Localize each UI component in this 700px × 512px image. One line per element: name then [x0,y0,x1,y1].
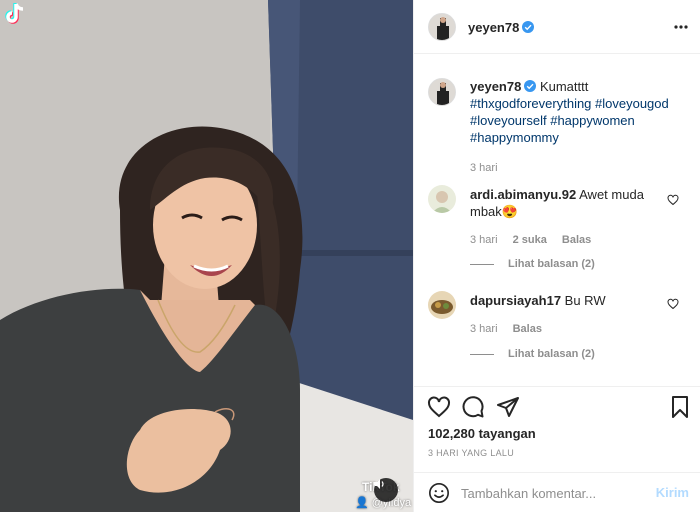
comment-item: ardi.abimanyu.92 Awet muda mbak😍 3 hari … [470,186,660,249]
caption-username[interactable]: yeyen78 [470,79,521,94]
view-replies-button[interactable]: Lihat balasan (2) [470,348,595,360]
reply-button[interactable]: Balas [562,234,591,246]
user-icon: 👤 [355,497,369,509]
avatar-image [428,185,456,213]
comment-meta: 3 hari Balas [470,321,660,338]
avatar-image [429,79,455,105]
header-user: yeyen78 [468,19,535,37]
heart-icon[interactable] [667,298,679,310]
comment-username[interactable]: dapursiayah17 [470,293,561,308]
view-replies-label: Lihat balasan (2) [508,258,595,270]
comment-input[interactable] [461,483,641,503]
comment-time[interactable]: 3 hari [470,323,498,335]
post-side-panel: yeyen78 yeyen78 Kumatttt #thxgodforevery… [413,0,700,512]
heart-icon[interactable] [427,395,451,419]
caption-text: Kumatttt [539,79,589,94]
caption-avatar[interactable] [428,78,456,106]
comment-text: Bu RW [564,293,606,308]
view-replies-button[interactable]: Lihat balasan (2) [470,258,595,270]
sound-toggle-button[interactable] [374,478,398,502]
caption-hashtags-1[interactable]: #thxgodforeverything #loveyougod [470,95,688,112]
avatar-image [429,14,455,40]
comments-list[interactable]: yeyen78 Kumatttt #thxgodforeverything #l… [414,54,700,386]
comment-likes[interactable]: 2 suka [513,234,547,246]
header-username[interactable]: yeyen78 [468,20,519,35]
comment-avatar[interactable] [428,185,456,213]
caption-hashtags-2[interactable]: #loveyourself #happywomen [470,112,688,129]
post-header: yeyen78 [414,0,700,54]
caption: yeyen78 Kumatttt #thxgodforeverything #l… [470,78,688,177]
video-frame [0,0,413,512]
comment-username[interactable]: ardi.abimanyu.92 [470,187,576,202]
verified-badge-icon [522,21,535,33]
verified-badge-icon [524,80,537,92]
tiktok-logo-icon [5,3,24,24]
post-comment-button[interactable]: Kirim [656,485,689,500]
view-count[interactable]: 102,280 tayangan [428,426,536,441]
caption-meta: 3 hari [470,160,688,177]
comment-meta: 3 hari 2 suka Balas [470,232,660,249]
view-replies-label: Lihat balasan (2) [508,348,595,360]
comment-text-line1: Awet muda [579,187,644,202]
bookmark-icon[interactable] [668,395,692,419]
post-timestamp[interactable]: 3 HARI YANG LALU [428,448,514,458]
caption-hashtags-3[interactable]: #happymommy [470,129,688,146]
add-comment-bar: Kirim [414,472,700,512]
speaker-icon [375,479,384,489]
comment-time[interactable]: 3 hari [470,234,498,246]
caption-time[interactable]: 3 hari [470,162,498,174]
post-video[interactable]: TikTok 👤 @ylidya [0,0,413,512]
divider-line [470,353,494,355]
heart-eyes-emoji: 😍 [501,204,518,219]
reply-button[interactable]: Balas [513,323,542,335]
comment-avatar[interactable] [428,291,456,319]
heart-icon[interactable] [667,194,679,206]
comment-icon[interactable] [461,395,485,419]
share-icon[interactable] [496,395,520,419]
comment-item: dapursiayah17 Bu RW 3 hari Balas [470,292,660,338]
divider-line [470,263,494,265]
action-bar: 102,280 tayangan 3 HARI YANG LALU [414,386,700,472]
emoji-icon[interactable] [428,482,450,504]
ellipsis-icon[interactable] [673,19,689,35]
comment-text-line2: mbak [470,204,502,219]
author-avatar[interactable] [428,13,456,41]
avatar-image [428,291,456,319]
